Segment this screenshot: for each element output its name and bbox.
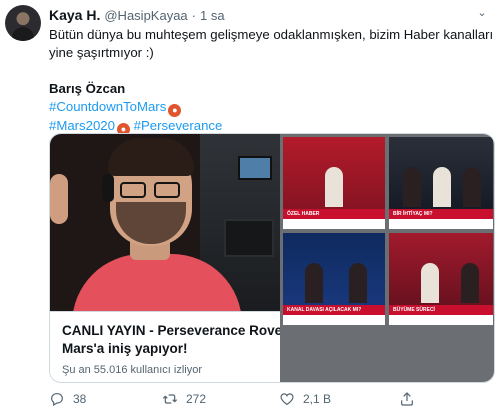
reply-button[interactable]: 38 xyxy=(49,391,86,407)
action-bar: 38 272 2,1 B xyxy=(49,391,495,411)
tv-screen: ÖZEL HABER xyxy=(283,137,385,229)
retweet-button[interactable]: 272 xyxy=(162,391,206,407)
tv-screen: KANAL DAVASI AÇILACAK MI? xyxy=(283,233,385,325)
background-screen xyxy=(238,156,272,180)
card-footer[interactable]: CANLI YAYIN - Perseverance Rover Mars'a … xyxy=(50,311,280,382)
quoted-name: Barış Özcan xyxy=(49,81,126,96)
tweet-text-line: Bütün dünya bu muhteşem gelişmeye odakla… xyxy=(49,27,494,42)
tweet-text: Bütün dünya bu muhteşem gelişmeye odakla… xyxy=(49,26,495,136)
tweet-text-line: yine şaşırtmıyor :) xyxy=(49,45,154,60)
reply-icon xyxy=(51,393,63,407)
retweet-count: 272 xyxy=(186,392,207,406)
background-monitor xyxy=(224,219,274,257)
author-name[interactable]: Kaya H. xyxy=(49,7,100,23)
card-title: CANLI YAYIN - Perseverance Rover xyxy=(62,323,280,338)
hashtag-countdowntomars[interactable]: #CountdownToMars xyxy=(49,99,166,114)
tv-screen: BÜYÜME SÜRECİ xyxy=(389,233,493,325)
like-count: 2,1 B xyxy=(303,392,332,406)
like-button[interactable]: 2,1 B xyxy=(279,391,331,407)
link-card[interactable]: ÖZEL HABER BİR İHTİYAÇ MI? KANAL DAVASI … xyxy=(49,133,495,383)
retweet-icon xyxy=(162,394,178,404)
card-title-line2: Mars'a iniş yapıyor! xyxy=(62,341,188,356)
reply-count: 38 xyxy=(73,392,87,406)
card-subtitle: Şu an 55.016 kullanıcı izliyor xyxy=(62,364,203,376)
mars-emoji-icon: ● xyxy=(168,104,182,117)
separator-dot: · xyxy=(191,7,196,23)
share-button[interactable] xyxy=(399,391,423,407)
avatar[interactable] xyxy=(5,5,41,41)
heart-icon xyxy=(280,393,294,406)
share-icon xyxy=(401,392,413,406)
tweet[interactable]: Kaya H. @HasipKayaa · 1 sa ⌄ Bütün dünya… xyxy=(0,0,500,413)
more-options-icon[interactable]: ⌄ xyxy=(474,6,490,19)
hashtag-mars2020[interactable]: #Mars2020 xyxy=(49,118,115,133)
author-handle[interactable]: @HasipKayaa xyxy=(104,8,187,23)
tv-screen: BİR İHTİYAÇ MI? xyxy=(389,137,493,229)
tweet-header: Kaya H. @HasipKayaa · 1 sa xyxy=(49,6,225,24)
hashtag-perseverance[interactable]: #Perseverance xyxy=(134,118,223,133)
video-thumbnail[interactable] xyxy=(50,134,280,311)
tv-screens-image[interactable]: ÖZEL HABER BİR İHTİYAÇ MI? KANAL DAVASI … xyxy=(280,134,494,382)
tweet-time[interactable]: 1 sa xyxy=(200,8,225,23)
